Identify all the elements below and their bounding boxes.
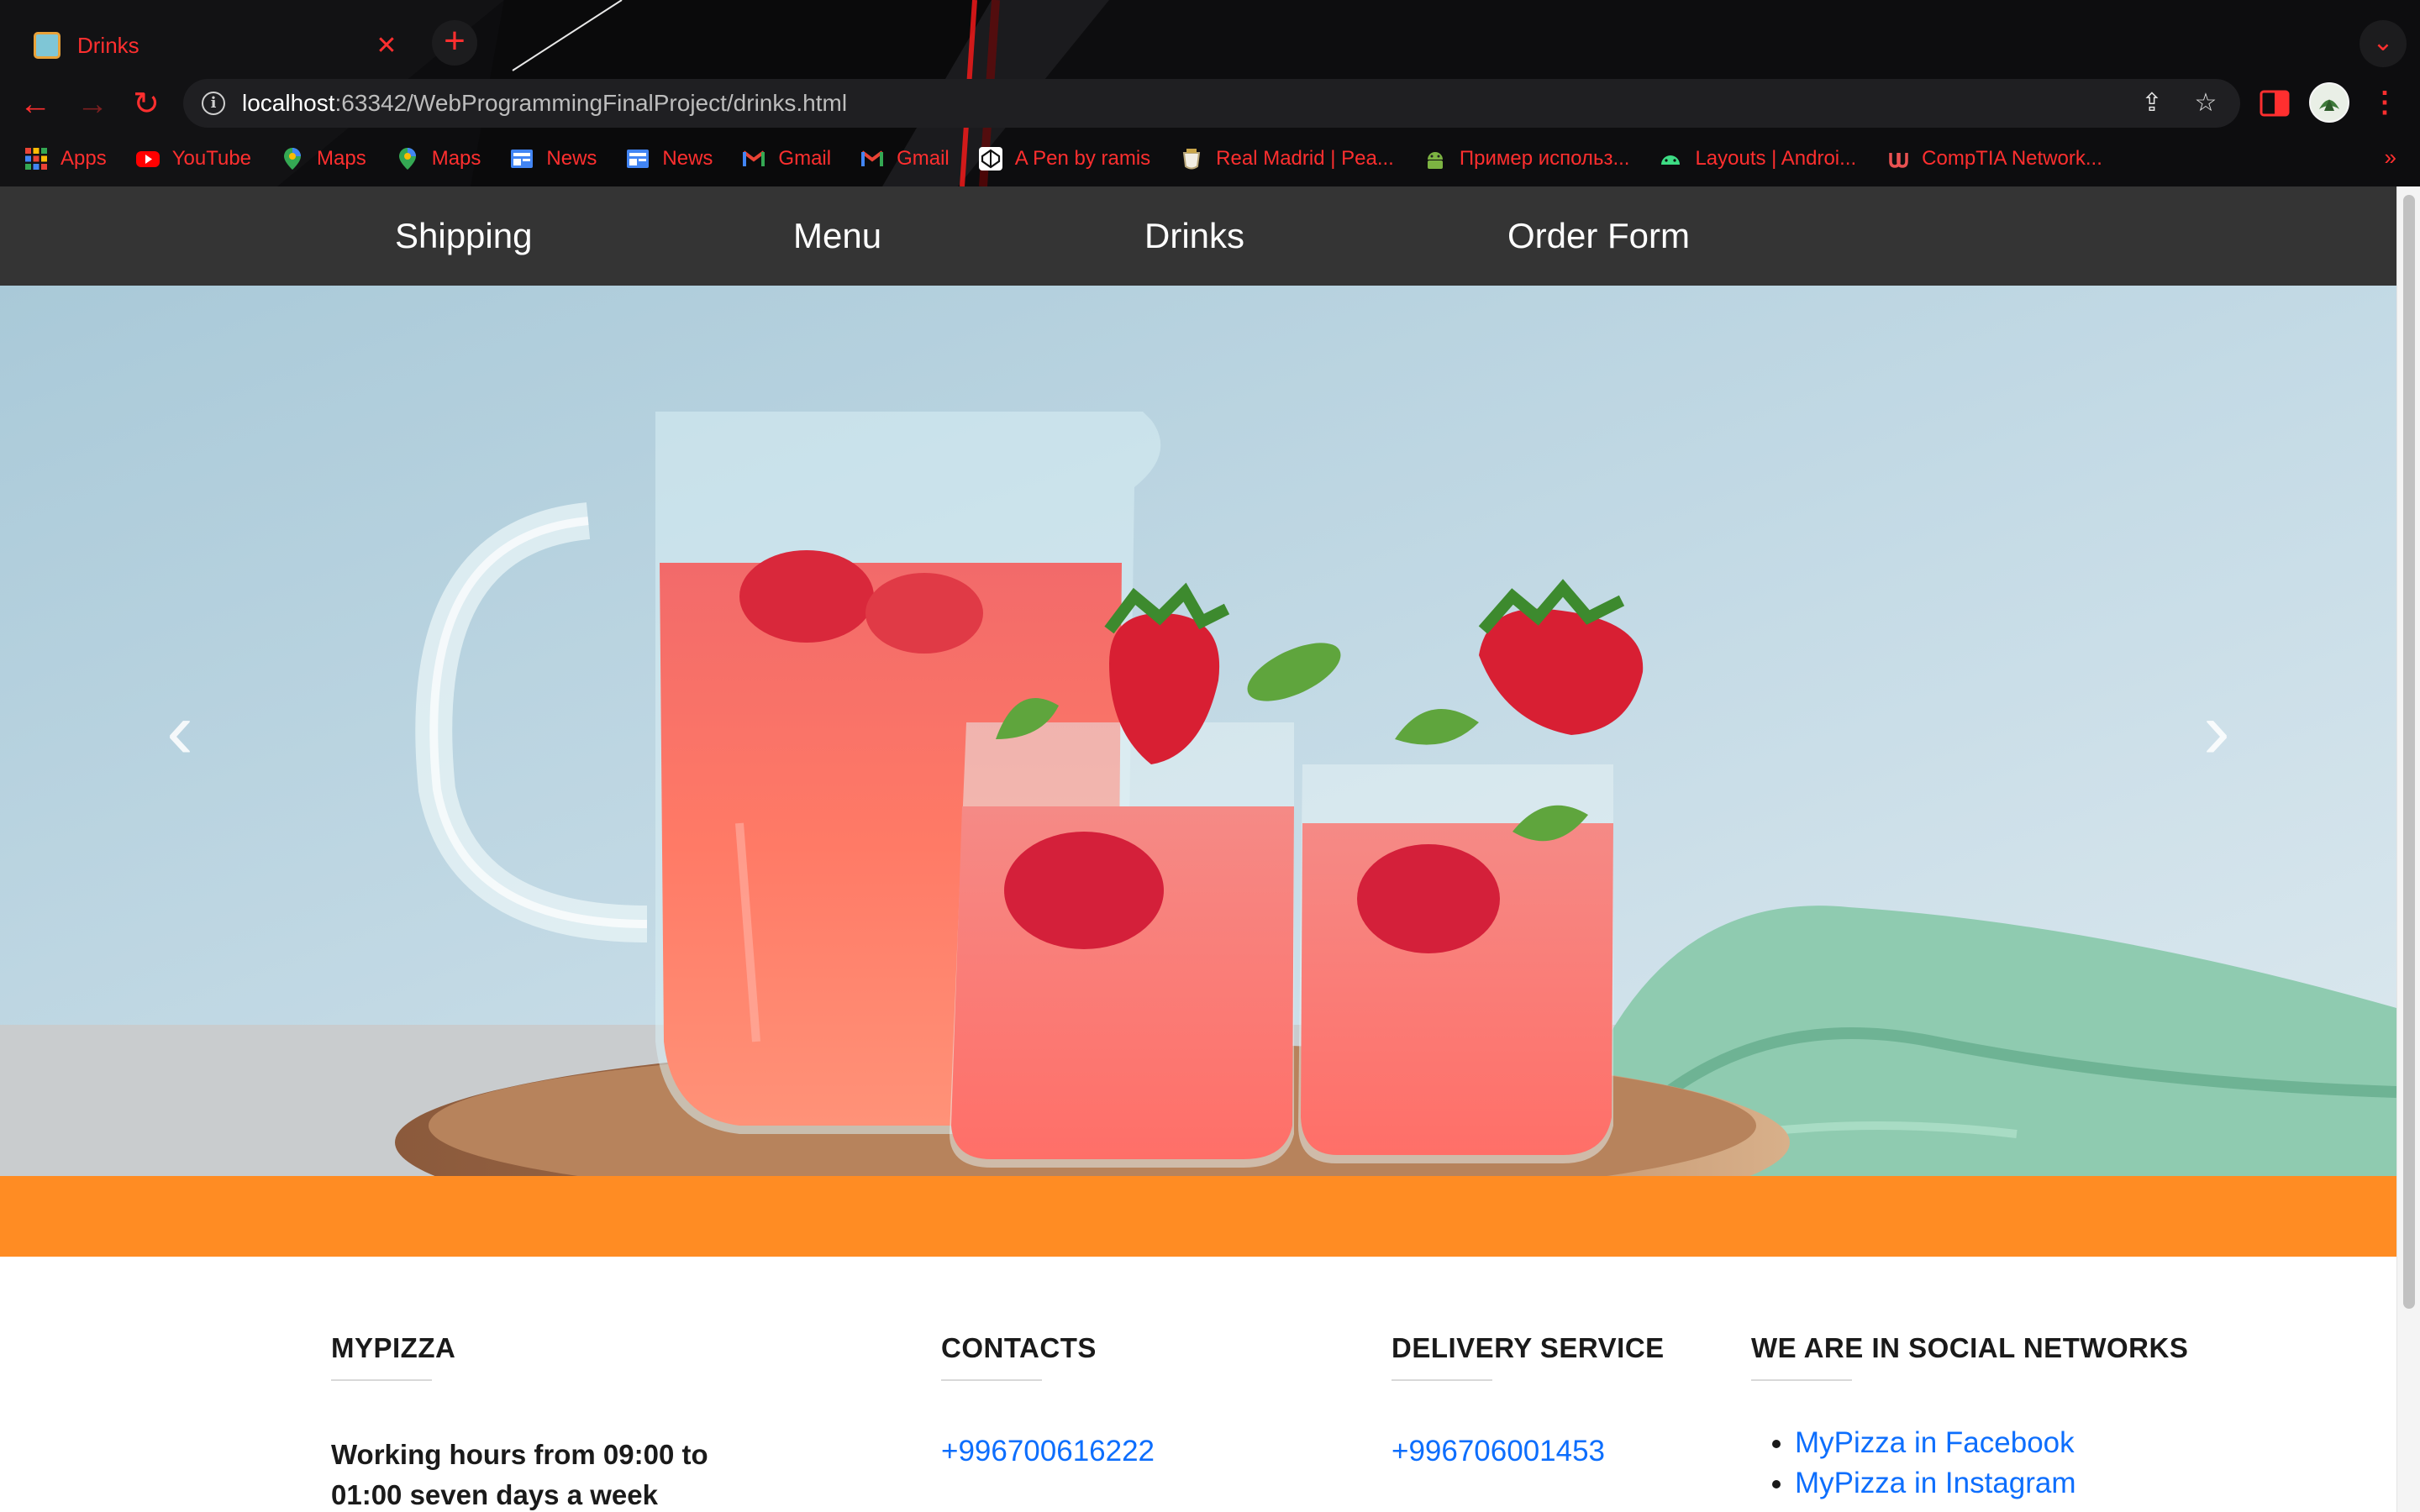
bookmark-android-layouts[interactable]: Layouts | Androi... bbox=[1658, 146, 1856, 171]
bookmarks-bar: Apps YouTube Maps Maps News News Gmail G… bbox=[0, 141, 2420, 176]
real-madrid-icon bbox=[1183, 149, 1201, 170]
bookmark-label: Maps bbox=[431, 147, 481, 170]
profile-avatar[interactable] bbox=[2309, 82, 2349, 123]
bookmarks-overflow-button[interactable]: » bbox=[2385, 144, 2396, 171]
bookmark-label: Gmail bbox=[778, 147, 832, 170]
footer-title-underline bbox=[941, 1379, 1042, 1381]
carousel-slide-strawberry-lemonade-image bbox=[0, 286, 2396, 1176]
list-item: MyPizza in Instagram bbox=[1795, 1463, 2076, 1504]
bookmark-gmail-2[interactable]: Gmail bbox=[860, 146, 950, 171]
youtube-icon bbox=[135, 151, 160, 167]
bookmark-gmail-1[interactable]: Gmail bbox=[741, 146, 831, 171]
maps-pin-icon bbox=[398, 148, 416, 170]
bookmark-real-madrid[interactable]: Real Madrid | Pea... bbox=[1179, 146, 1394, 171]
footer-title-underline bbox=[331, 1379, 432, 1381]
bookmark-label: A Pen by ramis bbox=[1014, 147, 1151, 170]
android-icon bbox=[1661, 155, 1681, 165]
new-tab-button[interactable]: + bbox=[432, 20, 477, 66]
news-icon bbox=[627, 150, 650, 168]
forward-arrow-icon[interactable]: → bbox=[71, 82, 114, 126]
maps-pin-icon bbox=[284, 148, 302, 170]
news-icon bbox=[511, 150, 534, 168]
browser-chrome: Drinks ✕ + ⌄ ← → ↻ i localhost:63342/Web… bbox=[0, 0, 2420, 186]
list-item: MyPizza in Facebook bbox=[1795, 1423, 2076, 1463]
android-icon bbox=[1427, 152, 1443, 169]
nav-link-order-form[interactable]: Order Form bbox=[1507, 186, 1690, 286]
bookmark-label: YouTube bbox=[171, 147, 252, 170]
bookmark-maps-1[interactable]: Maps bbox=[280, 146, 366, 171]
footer-title-underline bbox=[1392, 1379, 1492, 1381]
working-hours-text: Working hours from 09:00 to 01:00 seven … bbox=[331, 1439, 708, 1510]
nav-link-shipping[interactable]: Shipping bbox=[395, 186, 532, 286]
bookmark-codepen[interactable]: A Pen by ramis bbox=[978, 146, 1150, 171]
orange-divider-band bbox=[0, 1176, 2396, 1257]
gmail-icon bbox=[860, 150, 884, 166]
nav-link-drinks[interactable]: Drinks bbox=[1144, 186, 1244, 286]
gmail-icon bbox=[743, 150, 765, 166]
browser-menu-icon[interactable]: ⋮ bbox=[2368, 84, 2402, 121]
bookmark-android-example[interactable]: Пример использ... bbox=[1423, 146, 1630, 171]
tab-title: Drinks bbox=[77, 32, 139, 58]
url-text: localhost:63342/WebProgrammingFinalProje… bbox=[242, 90, 848, 116]
extension-icon[interactable] bbox=[2259, 87, 2291, 119]
page-scrollbar[interactable] bbox=[2396, 186, 2420, 1512]
footer-title-underline bbox=[1751, 1379, 1852, 1381]
bookmark-label: News bbox=[546, 147, 597, 170]
tab-search-chevron-icon[interactable]: ⌄ bbox=[2360, 20, 2407, 67]
bookmark-apps[interactable]: Apps bbox=[24, 146, 107, 171]
carousel-next-chevron-icon[interactable]: › bbox=[2183, 680, 2250, 781]
page-content: Shipping Menu Drinks Order Form ‹ › MYPI… bbox=[0, 186, 2396, 1512]
tab-favicon-icon bbox=[34, 32, 60, 59]
bookmark-star-icon[interactable]: ☆ bbox=[2188, 86, 2223, 121]
apps-grid-icon bbox=[25, 148, 47, 170]
facebook-link[interactable]: MyPizza in Facebook bbox=[1795, 1426, 2075, 1459]
bookmark-news-2[interactable]: News bbox=[625, 146, 713, 171]
site-info-icon[interactable]: i bbox=[202, 92, 225, 115]
active-tab[interactable]: Drinks ✕ bbox=[15, 12, 420, 79]
profile-avatar-image bbox=[2319, 99, 2339, 111]
footer-title-social: WE ARE IN SOCIAL NETWORKS bbox=[1751, 1332, 2189, 1363]
reload-icon[interactable]: ↻ bbox=[124, 82, 168, 126]
bookmark-comptia[interactable]: CompTIA Network... bbox=[1885, 146, 2102, 171]
instagram-link[interactable]: MyPizza in Instagram bbox=[1795, 1467, 2076, 1499]
drinks-carousel: ‹ › bbox=[0, 286, 2396, 1176]
back-arrow-icon[interactable]: ← bbox=[13, 82, 57, 126]
bookmark-label: Layouts | Androi... bbox=[1695, 147, 1857, 170]
site-navbar: Shipping Menu Drinks Order Form bbox=[0, 186, 2396, 286]
address-bar[interactable]: i localhost:63342/WebProgrammingFinalPro… bbox=[183, 79, 2240, 128]
carousel-prev-chevron-icon[interactable]: ‹ bbox=[146, 680, 213, 781]
bookmark-label: Gmail bbox=[897, 147, 950, 170]
bookmark-label: News bbox=[662, 147, 713, 170]
contacts-phone-link[interactable]: +996700616222 bbox=[941, 1435, 1155, 1468]
site-footer: MYPIZZA Working hours from 09:00 to 01:0… bbox=[0, 1257, 2396, 1512]
tab-strip: Drinks ✕ + ⌄ bbox=[0, 0, 2420, 79]
bookmark-label: Real Madrid | Pea... bbox=[1216, 147, 1394, 170]
footer-title-mypizza: MYPIZZA bbox=[331, 1332, 456, 1363]
scrollbar-thumb[interactable] bbox=[2403, 195, 2415, 1309]
bookmark-maps-2[interactable]: Maps bbox=[395, 146, 481, 171]
bookmark-youtube[interactable]: YouTube bbox=[135, 146, 251, 171]
bookmark-label: Maps bbox=[317, 147, 366, 170]
tab-close-icon[interactable]: ✕ bbox=[371, 31, 402, 60]
browser-toolbar: ← → ↻ i localhost:63342/WebProgrammingFi… bbox=[0, 79, 2420, 131]
bookmark-news-1[interactable]: News bbox=[509, 146, 597, 171]
bookmark-label: CompTIA Network... bbox=[1922, 147, 2102, 170]
social-links-list: MyPizza in Facebook MyPizza in Instagram bbox=[1795, 1423, 2076, 1504]
bookmark-label: Пример использ... bbox=[1459, 147, 1630, 170]
codepen-icon bbox=[978, 147, 1002, 171]
udemy-icon bbox=[1889, 153, 1908, 168]
delivery-phone-link[interactable]: +996706001453 bbox=[1392, 1435, 1605, 1468]
bookmark-label: Apps bbox=[60, 147, 107, 170]
footer-title-contacts: CONTACTS bbox=[941, 1332, 1097, 1363]
share-icon[interactable]: ⇪ bbox=[2134, 86, 2170, 121]
nav-link-menu[interactable]: Menu bbox=[793, 186, 881, 286]
footer-title-delivery: DELIVERY SERVICE bbox=[1392, 1332, 1665, 1363]
